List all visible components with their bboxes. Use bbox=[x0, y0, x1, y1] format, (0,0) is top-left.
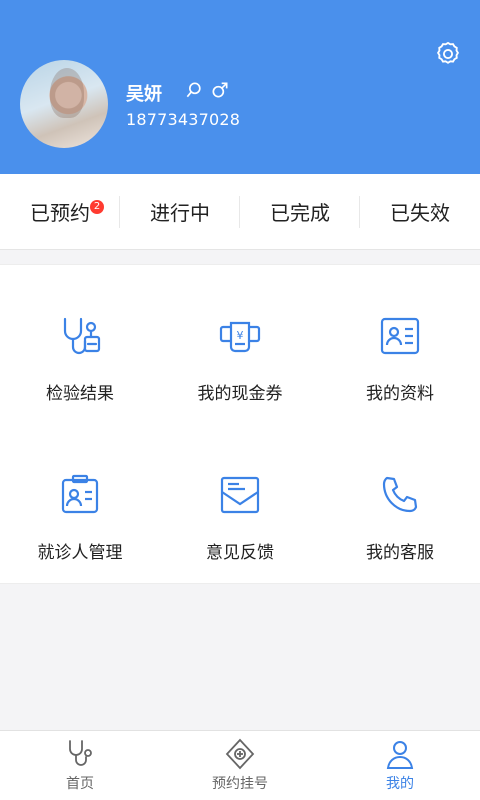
patient-management-label: 就诊人管理 bbox=[37, 543, 123, 563]
tab-mine-label: 我的 bbox=[386, 776, 414, 792]
tab-completed-label: 已完成 bbox=[270, 201, 330, 225]
customer-service-label: 我的客服 bbox=[366, 543, 434, 563]
svg-text:¥: ¥ bbox=[237, 329, 244, 342]
tab-in-progress-label: 进行中 bbox=[150, 201, 210, 225]
tab-mine[interactable]: 我的 bbox=[320, 731, 480, 800]
tab-appointment[interactable]: 预约挂号 bbox=[160, 731, 320, 800]
test-results-label: 检验结果 bbox=[46, 384, 114, 404]
tab-expired-label: 已失效 bbox=[390, 201, 450, 225]
stethoscope-icon bbox=[69, 740, 92, 766]
booked-count-badge: 2 bbox=[90, 200, 104, 214]
cash-coupon-label: 我的现金券 bbox=[197, 384, 283, 404]
bottom-tab-bar: 首页 预约挂号 我的 bbox=[0, 730, 480, 800]
patient-management-item[interactable]: 就诊人管理 bbox=[0, 424, 160, 583]
test-results-item[interactable]: 检验结果 bbox=[0, 265, 160, 424]
tab-booked-label: 已预约 bbox=[30, 201, 90, 225]
my-profile-item[interactable]: 我的资料 bbox=[320, 265, 480, 424]
feedback-label: 意见反馈 bbox=[206, 543, 274, 563]
customer-service-item[interactable]: 我的客服 bbox=[320, 424, 480, 583]
tab-booked[interactable]: 已预约 2 bbox=[0, 174, 120, 249]
tab-expired[interactable]: 已失效 bbox=[360, 174, 480, 249]
user-icons bbox=[184, 80, 230, 100]
feedback-envelope-icon bbox=[220, 476, 260, 514]
id-card-icon bbox=[380, 317, 420, 355]
phone-icon bbox=[382, 476, 418, 513]
plus-diamond-icon bbox=[225, 738, 255, 770]
cash-coupon-item[interactable]: ¥ 我的现金券 bbox=[160, 265, 320, 424]
tab-in-progress[interactable]: 进行中 bbox=[120, 174, 240, 249]
tab-completed[interactable]: 已完成 bbox=[240, 174, 360, 249]
male-gender-icon bbox=[212, 82, 228, 98]
avatar[interactable] bbox=[20, 60, 108, 148]
cash-coupon-icon: ¥ bbox=[219, 321, 261, 353]
feedback-item[interactable]: 意见反馈 bbox=[160, 424, 320, 583]
tab-home[interactable]: 首页 bbox=[0, 731, 160, 800]
user-name: 吴妍 bbox=[126, 84, 162, 105]
my-profile-label: 我的资料 bbox=[366, 384, 434, 404]
patient-card-icon bbox=[61, 474, 99, 514]
gear-icon[interactable] bbox=[434, 40, 462, 68]
profile-header: 吴妍 18773437028 bbox=[0, 0, 480, 174]
user-icon bbox=[386, 741, 414, 769]
service-grid: 检验结果 ¥ 我的现金券 我的资料 就诊人管理 意见反馈 我的客服 bbox=[0, 264, 480, 584]
search-icon bbox=[186, 82, 201, 98]
user-phone: 18773437028 bbox=[126, 110, 241, 129]
tab-home-label: 首页 bbox=[66, 776, 94, 792]
stethoscope-icon bbox=[63, 317, 101, 355]
order-status-tabs: 已预约 2 进行中 已完成 已失效 bbox=[0, 174, 480, 250]
tab-appointment-label: 预约挂号 bbox=[212, 776, 268, 792]
